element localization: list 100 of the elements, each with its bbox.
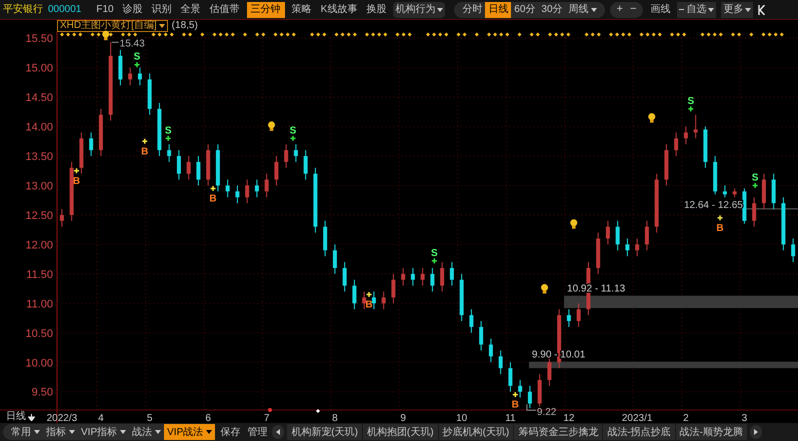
- y-axis-label: 12.00: [25, 239, 53, 252]
- toolbar-button[interactable]: F10: [94, 2, 116, 18]
- tool-button[interactable]: 画线: [648, 2, 672, 18]
- period-tab[interactable]: 60分: [511, 2, 538, 18]
- strategy-tab[interactable]: 战法-顺势龙腾: [676, 424, 747, 440]
- toolbar-button[interactable]: 全景: [178, 2, 203, 18]
- action-button[interactable]: 保存: [218, 424, 242, 440]
- candle: [557, 308, 562, 369]
- candle: [352, 279, 356, 310]
- candle: [138, 67, 142, 86]
- buy-signal: B: [512, 400, 519, 411]
- tool-button[interactable]: 自选: [677, 2, 716, 18]
- candle: [498, 350, 503, 375]
- candle: [342, 262, 347, 292]
- period-tab[interactable]: 周线: [566, 2, 600, 18]
- menu-button[interactable]: VIP战法: [164, 424, 216, 440]
- range-label: 12.64 - 12.65: [684, 200, 743, 211]
- toolbar-button[interactable]: 估值带: [208, 2, 242, 18]
- zone-label: 9.90 - 10.01: [532, 350, 586, 361]
- caret-icon: [34, 430, 40, 434]
- y-axis-label: 10.00: [25, 357, 53, 370]
- candle: [157, 102, 162, 157]
- candle: [235, 185, 240, 204]
- x-axis-label: 10: [456, 413, 468, 424]
- candle: [625, 238, 630, 257]
- toolbar-button[interactable]: 诊股: [120, 2, 145, 18]
- action-button[interactable]: 管理: [245, 424, 270, 440]
- candle: [118, 49, 122, 86]
- period-label[interactable]: 日线: [6, 412, 35, 422]
- left-arrow-icon: [276, 429, 280, 435]
- toolbar-button[interactable]: K线故事: [318, 2, 360, 18]
- y-axis-label: 9.50: [32, 386, 53, 399]
- toolbar-button[interactable]: 策略: [290, 2, 314, 18]
- toolbar-button[interactable]: 换股: [364, 2, 388, 18]
- candle: [79, 132, 84, 174]
- menu-button[interactable]: 战法: [129, 424, 164, 440]
- strategy-tab[interactable]: 机构抱团(天玑): [362, 424, 438, 440]
- candle: [616, 220, 620, 251]
- strategy-tab[interactable]: 抄底机构(天玑): [438, 424, 514, 440]
- candle: [216, 144, 220, 192]
- candle: [70, 161, 74, 222]
- sell-signal: S: [164, 125, 172, 136]
- scroll-left-button[interactable]: [272, 425, 284, 439]
- candle: [401, 268, 406, 286]
- candle: [332, 244, 337, 274]
- candle: [469, 308, 474, 334]
- candle: [479, 320, 484, 351]
- x-axis-label: 5: [146, 413, 152, 424]
- toolbar-button[interactable]: 三分钟: [246, 2, 285, 18]
- period-tab[interactable]: 30分: [538, 2, 566, 18]
- candle: [762, 173, 766, 210]
- x-axis-label: 3: [742, 413, 748, 424]
- candle: [566, 308, 571, 328]
- x-axis-label: 2: [683, 413, 689, 424]
- bulb-icon: [570, 219, 578, 229]
- bulb-icon: [268, 121, 276, 131]
- plus-icon: [210, 185, 216, 192]
- indicator-params: (18,5): [172, 21, 198, 31]
- menu-button[interactable]: 常用: [8, 424, 43, 440]
- candle: [391, 273, 396, 304]
- event-marker: [268, 408, 272, 412]
- candle: [245, 179, 250, 204]
- x-axis-label: 2023/1: [622, 413, 652, 424]
- y-axis-label: 13.00: [25, 180, 53, 192]
- period-tab[interactable]: 日线: [485, 2, 512, 18]
- candle: [128, 67, 132, 86]
- strategy-tab[interactable]: 机构新宠(天玑): [287, 424, 362, 440]
- tool-button[interactable]: 更多: [721, 2, 754, 18]
- menu-button[interactable]: VIP指标: [78, 424, 130, 440]
- plus-icon: [290, 135, 296, 142]
- candle: [694, 114, 698, 139]
- candle: [528, 385, 532, 409]
- toolbar-button[interactable]: 机构行为: [393, 2, 446, 18]
- scroll-right-button[interactable]: [750, 425, 762, 439]
- y-axis-label: 15.50: [25, 33, 53, 46]
- candle: [274, 156, 278, 186]
- candle: [713, 156, 718, 195]
- zoom-button[interactable]: +: [616, 4, 623, 15]
- buy-signal: B: [365, 300, 373, 310]
- indicator-dropdown[interactable]: XHD主图小黄灯[自编]: [57, 20, 168, 32]
- candle: [654, 173, 659, 234]
- candle: [772, 173, 776, 210]
- strategy-tab[interactable]: 战法-拐点抄底: [603, 424, 675, 440]
- period-tab[interactable]: 分时: [459, 2, 486, 18]
- y-axis-label: 14.50: [25, 92, 53, 104]
- zoom-button[interactable]: −: [630, 4, 636, 15]
- bulb-icon: [648, 113, 656, 123]
- caret-icon: [206, 430, 212, 434]
- candle: [722, 185, 727, 198]
- candle: [167, 144, 172, 162]
- candle: [382, 291, 386, 310]
- candle: [752, 196, 756, 228]
- stock-name: 平安银行: [3, 2, 43, 17]
- plus-icon: [431, 258, 438, 264]
- strategy-tab[interactable]: 筹码资金三步擒龙: [514, 424, 602, 440]
- collapse-icon[interactable]: [758, 4, 766, 14]
- candle: [206, 144, 210, 186]
- candle: [323, 220, 328, 257]
- menu-button[interactable]: 指标: [43, 424, 78, 440]
- toolbar-button[interactable]: 识别: [150, 2, 174, 18]
